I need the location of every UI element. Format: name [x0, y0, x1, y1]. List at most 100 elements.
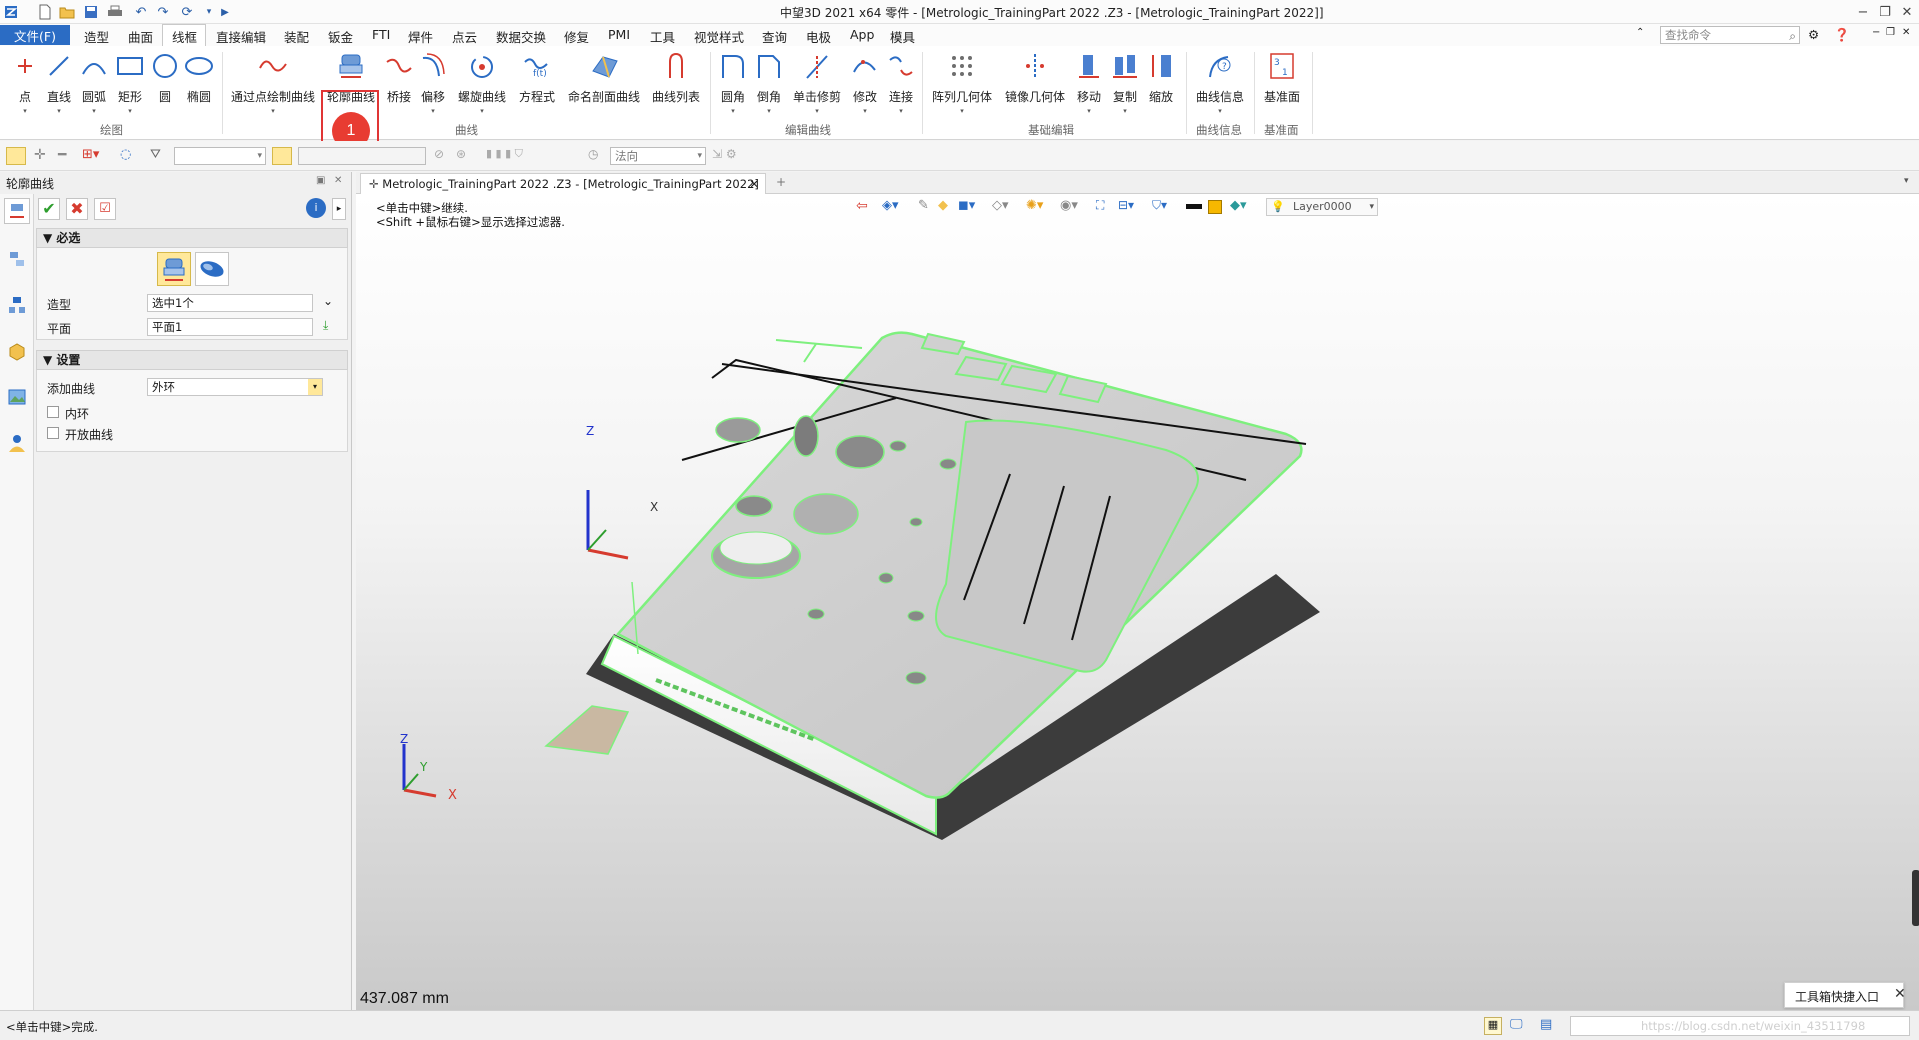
- command-search-input[interactable]: 查找命令 ⌕: [1660, 26, 1800, 44]
- join-button[interactable]: 连接 ▾: [886, 50, 916, 124]
- menu-data-exchange[interactable]: 数据交换: [496, 27, 546, 46]
- toolbox-close-icon[interactable]: ✕: [1894, 986, 1906, 1002]
- pick-combo[interactable]: [298, 147, 426, 165]
- curve-info-button[interactable]: ? 曲线信息 ▾: [1192, 50, 1248, 124]
- shape-option-face-icon[interactable]: [195, 252, 229, 286]
- modify-button[interactable]: 修改 ▾: [850, 50, 880, 124]
- 3d-viewport[interactable]: <单击中键>继续. <Shift +鼠标右键>显示选择过滤器. ⇦ ◈▾ ✎ ◆…: [356, 194, 1919, 1010]
- equation-button[interactable]: f(t) 方程式: [516, 50, 558, 124]
- new-file-icon[interactable]: [36, 3, 54, 21]
- window-icon[interactable]: ▤: [1540, 1017, 1552, 1032]
- point-button[interactable]: 点 ▾: [10, 50, 40, 124]
- menu-visual-style[interactable]: 视觉样式: [694, 27, 744, 46]
- expand-icon[interactable]: ⌄: [323, 294, 333, 308]
- arc-button[interactable]: 圆弧 ▾: [78, 50, 110, 124]
- menu-app[interactable]: App: [850, 27, 874, 42]
- curve-list-button[interactable]: 曲线列表: [648, 50, 704, 124]
- tab-close-icon[interactable]: ✕: [749, 177, 759, 191]
- history-tree-icon[interactable]: [4, 246, 30, 272]
- menu-direct-edit[interactable]: 直接编辑: [216, 27, 266, 46]
- offset-dropdown-icon[interactable]: ▾: [431, 107, 435, 115]
- copy-button[interactable]: 复制 ▾: [1108, 50, 1142, 124]
- apply-icon[interactable]: ☑: [94, 198, 116, 220]
- menu-repair[interactable]: 修复: [564, 27, 589, 46]
- scale-button[interactable]: 缩放: [1144, 50, 1178, 124]
- pick-loop-icon[interactable]: ◌: [120, 147, 138, 165]
- fillet-button[interactable]: 圆角 ▾: [716, 50, 750, 124]
- help-icon[interactable]: ❓: [1834, 27, 1850, 43]
- section-settings[interactable]: ▼ 设置: [36, 350, 348, 370]
- circle-button[interactable]: 圆: [150, 50, 180, 124]
- assembly-tree-icon[interactable]: [4, 292, 30, 318]
- menu-file[interactable]: 文件(F): [0, 25, 70, 45]
- menu-sheet-metal[interactable]: 钣金: [328, 27, 353, 46]
- document-tab[interactable]: ✛ Metrologic_TrainingPart 2022 .Z3 - [Me…: [360, 173, 766, 194]
- visual-manager-icon[interactable]: [4, 384, 30, 410]
- qa-more-icon[interactable]: ▶: [216, 3, 234, 21]
- ok-icon[interactable]: ✔: [38, 198, 60, 220]
- menu-assembly[interactable]: 装配: [284, 27, 309, 46]
- redo-icon[interactable]: ↷: [154, 3, 172, 21]
- open-folder-icon[interactable]: [58, 3, 76, 21]
- smart-pick-icon[interactable]: [272, 147, 292, 165]
- shape-option-profile-icon[interactable]: [157, 252, 191, 286]
- direction-icon[interactable]: ◷: [588, 147, 606, 165]
- shape-field[interactable]: 选中1个: [147, 294, 313, 312]
- collapse-ribbon-icon[interactable]: ⌃: [1636, 27, 1644, 38]
- search-icon[interactable]: ⌕: [1789, 28, 1796, 44]
- menu-fti[interactable]: FTI: [372, 27, 390, 42]
- print-icon[interactable]: [106, 3, 124, 21]
- pick-line-icon[interactable]: ━: [58, 147, 76, 165]
- line-button[interactable]: 直线 ▾: [44, 50, 74, 124]
- chamfer-dropdown-icon[interactable]: ▾: [767, 107, 771, 115]
- menu-modeling[interactable]: 造型: [84, 27, 109, 46]
- add-curve-select[interactable]: 外环 ▾: [147, 378, 323, 396]
- doc-minimize-icon[interactable]: −: [1872, 27, 1880, 38]
- section-required[interactable]: ▼ 必选: [36, 228, 348, 248]
- filter-icon[interactable]: ⛛: [150, 147, 170, 165]
- helix-dropdown-icon[interactable]: ▾: [480, 107, 484, 115]
- menu-surface[interactable]: 曲面: [128, 27, 153, 46]
- named-section-curve-button[interactable]: 命名剖面曲线: [566, 50, 642, 124]
- toggle-icon[interactable]: ⊘: [434, 147, 452, 165]
- menu-mold[interactable]: 模具: [890, 27, 915, 46]
- helix-curve-button[interactable]: 螺旋曲线 ▾: [454, 50, 510, 124]
- dropdown-icon[interactable]: ▾: [308, 379, 322, 395]
- menu-weldment[interactable]: 焊件: [408, 27, 433, 46]
- select-mode-icon[interactable]: [6, 147, 26, 165]
- align-icons[interactable]: ▮ ▮ ▮ ⛉: [486, 147, 556, 165]
- close-button[interactable]: ✕: [1896, 2, 1918, 22]
- user-manager-icon[interactable]: [4, 430, 30, 456]
- curve-through-points-button[interactable]: 通过点绘制曲线 ▾: [230, 50, 316, 124]
- pattern-dropdown-icon[interactable]: ▾: [960, 107, 964, 115]
- part-model[interactable]: [356, 194, 1919, 1010]
- trim-dropdown-icon[interactable]: ▾: [815, 107, 819, 115]
- save-icon[interactable]: [82, 3, 100, 21]
- line-dropdown-icon[interactable]: ▾: [57, 107, 61, 115]
- doc-restore-icon[interactable]: ❐: [1886, 27, 1895, 38]
- menu-electrode[interactable]: 电极: [806, 27, 831, 46]
- curve-through-points-dropdown-icon[interactable]: ▾: [271, 107, 275, 115]
- bridge-button[interactable]: 桥接: [384, 50, 414, 124]
- rectangle-dropdown-icon[interactable]: ▾: [128, 107, 132, 115]
- modify-dropdown-icon[interactable]: ▾: [863, 107, 867, 115]
- minimize-button[interactable]: −: [1852, 2, 1874, 22]
- side-handle[interactable]: [1912, 870, 1919, 926]
- mirror-geometry-button[interactable]: 镜像几何体: [1002, 50, 1068, 124]
- command-panel-icon[interactable]: [4, 198, 30, 224]
- move-dropdown-icon[interactable]: ▾: [1087, 107, 1091, 115]
- point-dropdown-icon[interactable]: ▾: [23, 107, 27, 115]
- plane-field[interactable]: 平面1: [147, 318, 313, 336]
- filter-combo[interactable]: ▾: [174, 147, 266, 165]
- layout-icon[interactable]: ▦: [1484, 1017, 1502, 1035]
- ellipse-button[interactable]: 椭圆: [182, 50, 216, 124]
- click-trim-button[interactable]: 单击修剪 ▾: [790, 50, 844, 124]
- menu-point-cloud[interactable]: 点云: [452, 27, 477, 46]
- pick-point-icon[interactable]: ✛: [34, 147, 52, 165]
- pattern-geometry-button[interactable]: 阵列几何体 ▾: [930, 50, 994, 124]
- menu-pmi[interactable]: PMI: [608, 27, 630, 42]
- join-dropdown-icon[interactable]: ▾: [899, 107, 903, 115]
- rectangle-button[interactable]: 矩形 ▾: [114, 50, 146, 124]
- rebuild-icon[interactable]: ⟳: [178, 3, 196, 21]
- panel-close-icon[interactable]: ✕: [334, 175, 342, 186]
